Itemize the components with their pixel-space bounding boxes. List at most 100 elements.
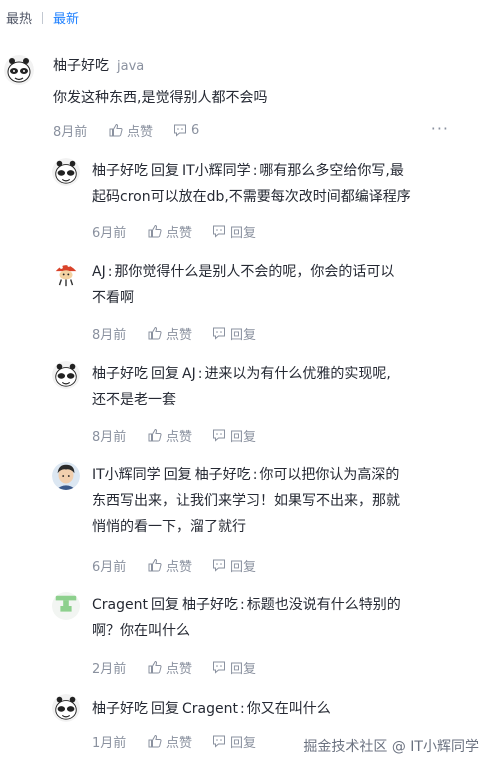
reply-button[interactable]: 回复: [212, 222, 256, 241]
reply-username[interactable]: 柚子好吃: [92, 366, 148, 382]
reply-button[interactable]: 回复: [212, 732, 256, 751]
reply-target[interactable]: AJ: [182, 366, 196, 382]
tab-divider: [42, 11, 44, 24]
reply-target[interactable]: IT小辉同学: [182, 163, 251, 179]
panda-avatar-icon: [4, 55, 34, 85]
reply-content: 柚子好吃 回复 Cragent: 你又在叫什么: [92, 701, 331, 717]
reply-button[interactable]: 回复: [212, 324, 256, 343]
comment-icon: [213, 429, 226, 442]
reply-word: 回复: [163, 467, 192, 483]
reply-text-line1: 哪有那么多空给你写,最: [259, 163, 404, 179]
reply-target[interactable]: Cragent: [182, 701, 238, 717]
reply-label: 回复: [230, 225, 257, 241]
timestamp: 8月前: [53, 124, 88, 140]
avatar[interactable]: [4, 55, 34, 85]
reply-button[interactable]: 回复: [212, 426, 256, 445]
reply-button[interactable]: 回复: [212, 658, 256, 677]
like-button[interactable]: 点赞: [148, 324, 192, 343]
avatar[interactable]: [52, 361, 80, 389]
reply-target[interactable]: 柚子好吃: [182, 597, 238, 613]
like-button[interactable]: 点赞: [148, 426, 192, 445]
avatar[interactable]: [52, 694, 80, 722]
reply-username[interactable]: 柚子好吃: [92, 163, 148, 179]
reply-username[interactable]: Cragent: [92, 597, 148, 613]
reply-username[interactable]: AJ: [92, 264, 106, 280]
reply-actions: 2月前 点赞 回复: [92, 658, 276, 677]
reply-text-line2: 起码cron可以放在db,不需要每次改时间都编译程序: [92, 189, 411, 205]
tab-new[interactable]: 最新: [53, 8, 79, 27]
comment-icon: [213, 735, 226, 748]
reply-word: 回复: [151, 701, 179, 717]
thumbs-up-icon: [148, 428, 162, 442]
watermark: 掘金技术社区 @ IT小辉同学: [303, 736, 479, 756]
panda-avatar-icon: [52, 694, 80, 722]
comment-icon: [213, 225, 226, 238]
avatar[interactable]: [52, 592, 80, 620]
reply-count: 6: [191, 122, 200, 138]
reply-label: 回复: [230, 327, 257, 343]
timestamp: 6月前: [92, 225, 127, 241]
reply-content: IT小辉同学 回复 柚子好吃: 你可以把你认为高深的 东西写出来，让我们来学习！如果写…: [92, 467, 400, 535]
reply-text-line2: 不看啊: [92, 290, 134, 306]
reply-word: 回复: [150, 597, 179, 613]
timestamp: 8月前: [92, 327, 127, 343]
reply-content: Cragent 回复 柚子好吃: 标题也没说有什么特别的 啊？你在叫什么: [92, 597, 401, 639]
reply-actions: 8月前 点赞 回复: [92, 324, 276, 343]
reply-content: AJ: 那你觉得什么是别人不会的呢，你会的话可以 不看啊: [92, 264, 395, 306]
reply-actions: 6月前 点赞 回复: [92, 222, 276, 241]
reply-count-button[interactable]: 6: [173, 123, 199, 138]
reply-label: 回复: [230, 661, 257, 677]
like-button[interactable]: 点赞: [148, 222, 192, 241]
reply-text-line2: 还不是老一套: [92, 392, 176, 408]
reply-actions: 8月前 点赞 回复: [92, 426, 276, 445]
thumbs-up-icon: [148, 734, 162, 748]
avatar[interactable]: [52, 158, 80, 186]
like-label: 点赞: [127, 124, 154, 140]
like-label: 点赞: [166, 735, 193, 751]
reply-button[interactable]: 回复: [212, 556, 256, 575]
comment-actions: 8月前 点赞 6: [53, 121, 219, 140]
like-label: 点赞: [166, 429, 193, 445]
reply-label: 回复: [230, 735, 257, 751]
boy-avatar-icon: [52, 462, 80, 490]
thumbs-up-icon: [109, 123, 123, 137]
reply-actions: 1月前 点赞 回复: [92, 732, 276, 751]
timestamp: 1月前: [92, 735, 127, 751]
thumbs-up-icon: [148, 660, 162, 674]
username[interactable]: 柚子好吃: [53, 58, 109, 74]
panda-avatar-icon: [52, 361, 80, 389]
like-label: 点赞: [166, 661, 193, 677]
reply-content: 柚子好吃 回复 AJ: 进来以为有什么优雅的实现呢, 还不是老一套: [92, 366, 391, 408]
like-button[interactable]: 点赞: [148, 556, 192, 575]
reply-text-line2: 啊？你在叫什么: [92, 623, 190, 639]
avatar[interactable]: [52, 462, 80, 490]
comment-icon: [174, 124, 187, 137]
like-button[interactable]: 点赞: [109, 121, 153, 140]
like-label: 点赞: [166, 225, 193, 241]
green-identicon-icon: [52, 592, 80, 620]
reply-actions: 6月前 点赞 回复: [92, 556, 276, 575]
reply-username[interactable]: 柚子好吃: [92, 701, 148, 717]
timestamp: 6月前: [92, 559, 127, 575]
reply-text-line3: 悄悄的看一下，溜了就行: [92, 519, 246, 535]
reply-username[interactable]: IT小辉同学: [92, 467, 161, 483]
like-label: 点赞: [166, 327, 193, 343]
thumbs-up-icon: [148, 326, 162, 340]
reply-word: 回复: [151, 163, 179, 179]
thumbs-up-icon: [148, 558, 162, 572]
reply-content: 柚子好吃 回复 IT小辉同学: 哪有那么多空给你写,最 起码cron可以放在db,不需…: [92, 163, 411, 205]
reply-text-line1: 你可以把你认为高深的: [259, 467, 400, 483]
like-button[interactable]: 点赞: [148, 732, 192, 751]
thumbs-up-icon: [148, 224, 162, 238]
reply-target[interactable]: 柚子好吃: [195, 467, 251, 483]
comment-icon: [213, 661, 226, 674]
more-icon[interactable]: ···: [431, 119, 449, 138]
comment-icon: [213, 327, 226, 340]
like-button[interactable]: 点赞: [148, 658, 192, 677]
reply-text-line1: 那你觉得什么是别人不会的呢，你会的话可以: [114, 264, 395, 280]
like-label: 点赞: [166, 559, 193, 575]
comment-icon: [213, 559, 226, 572]
tab-hot[interactable]: 最热: [6, 8, 32, 27]
avatar[interactable]: [52, 259, 80, 287]
reply-label: 回复: [230, 559, 257, 575]
